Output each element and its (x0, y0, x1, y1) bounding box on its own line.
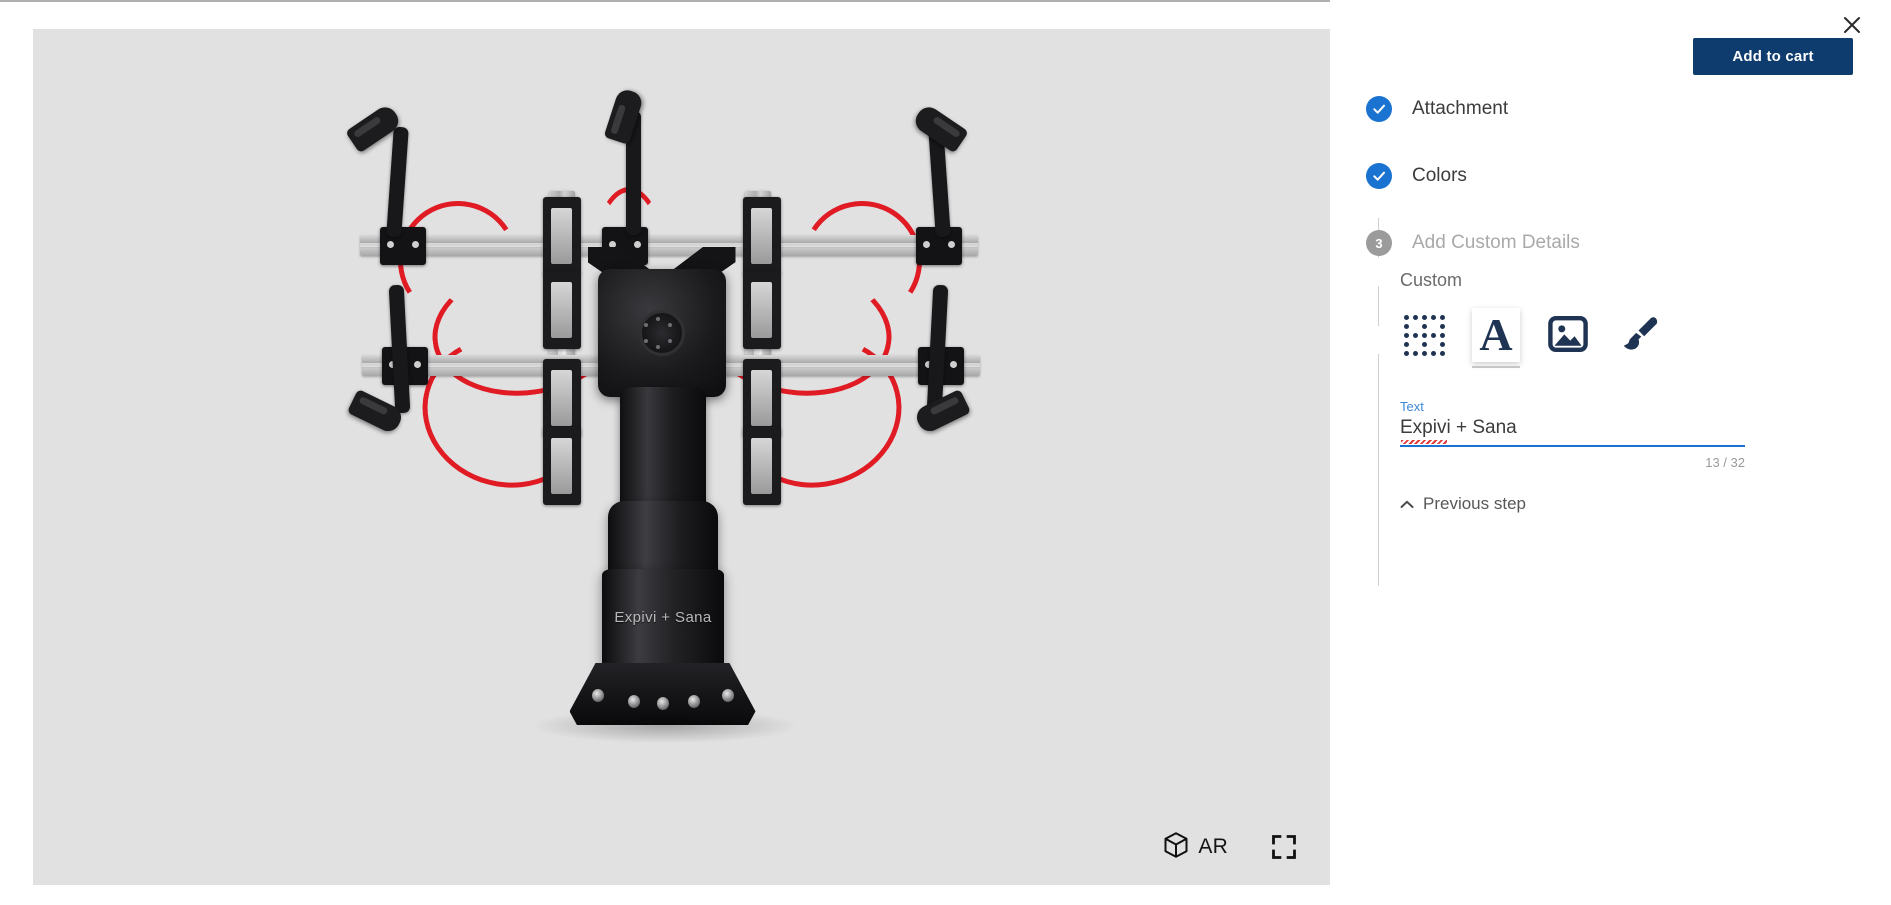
step-check-icon (1366, 163, 1392, 189)
image-icon (1546, 312, 1590, 359)
character-counter: 13 / 32 (1705, 455, 1745, 470)
ar-label: AR (1198, 834, 1228, 858)
step-connector (1378, 354, 1379, 586)
engraved-text: Expivi + Sana (613, 609, 712, 627)
viewer-controls: AR (1161, 830, 1298, 863)
rail-clamp (542, 197, 581, 275)
spellcheck-underline (1401, 440, 1447, 444)
step-connector (1378, 286, 1379, 326)
support-arm (388, 284, 410, 414)
pattern-icon (1403, 314, 1445, 356)
step-number: 3 (1375, 235, 1383, 251)
product-render: Expivi + Sana (302, 69, 1062, 829)
chevron-up-icon (1400, 494, 1414, 514)
rail-clamp (542, 271, 581, 349)
previous-step-button[interactable]: Previous step (1400, 494, 1526, 514)
pattern-icon-button[interactable] (1400, 311, 1448, 359)
step-item-colors[interactable]: Colors (1330, 163, 1891, 189)
product-viewer[interactable]: Expivi + Sana AR (33, 29, 1330, 885)
step-list: Attachment Colors 3 Add Custom Details (1330, 96, 1891, 586)
rail-clamp (742, 359, 781, 437)
configurator-page: Expivi + Sana AR Add to cart Attachment … (0, 0, 1891, 905)
floor-shadow (533, 709, 796, 743)
step-label: Colors (1412, 165, 1467, 186)
step-item-attachment[interactable]: Attachment (1330, 96, 1891, 122)
horizontal-rail (359, 235, 978, 256)
rail-clamp (742, 427, 781, 505)
step-item-add-custom-details[interactable]: 3 Add Custom Details (1330, 230, 1891, 256)
text-input[interactable] (1400, 417, 1745, 447)
custom-section-title: Custom (1400, 270, 1463, 290)
brush-icon (1618, 312, 1662, 359)
rail-clamp (742, 271, 781, 349)
text-field-label: Text (1400, 399, 1424, 414)
rail-clamp (542, 427, 581, 505)
rail-clamp (542, 359, 581, 437)
ar-button[interactable]: AR (1161, 830, 1228, 863)
step-number-badge: 3 (1366, 230, 1392, 256)
robot-column (619, 387, 706, 519)
previous-step-label: Previous step (1423, 494, 1526, 513)
viewer-stage[interactable]: Expivi + Sana AR (33, 29, 1330, 885)
support-arm (926, 284, 948, 414)
configurator-panel: Add to cart Attachment Colors 3 Add Cust… (1330, 0, 1891, 905)
custom-option-list: A (1400, 303, 1820, 368)
text-icon-button[interactable]: A (1472, 308, 1520, 368)
close-button[interactable] (1835, 8, 1869, 42)
text-field-group: Text 13 / 32 (1400, 399, 1745, 470)
custom-details-body: Custom A Text Expivi + Sana 13 / 32 Prev… (1400, 270, 1820, 514)
step-check-icon (1366, 96, 1392, 122)
robot-base-barrel: Expivi + Sana (601, 569, 724, 677)
support-arm (385, 126, 409, 238)
rail-clamp (742, 197, 781, 275)
step-label: Attachment (1412, 98, 1509, 119)
image-icon-button[interactable] (1544, 311, 1592, 359)
add-to-cart-button[interactable]: Add to cart (1693, 38, 1853, 75)
fullscreen-button[interactable] (1270, 833, 1298, 861)
step-label: Add Custom Details (1412, 232, 1580, 253)
cube-icon (1161, 830, 1191, 863)
text-icon: A (1479, 309, 1513, 360)
fullscreen-icon (1270, 834, 1298, 864)
hub-bolt-pattern (598, 269, 726, 397)
robot-hub (597, 269, 726, 397)
brush-icon-button[interactable] (1616, 311, 1664, 359)
